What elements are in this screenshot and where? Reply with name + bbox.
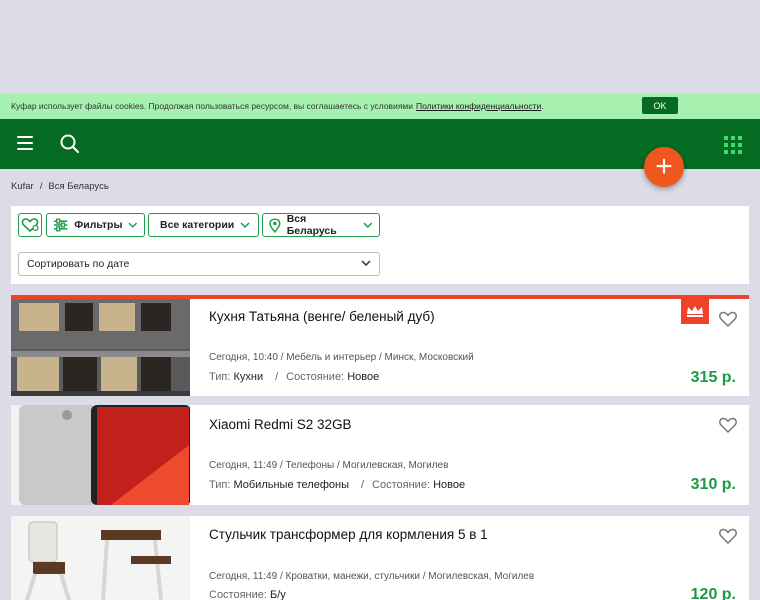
listing-meta: Сегодня, 10:40 / Мебель и интерьер / Мин… [209,352,474,363]
listing-photo-highchair[interactable] [11,516,190,600]
cookie-text: Куфар использует файлы cookies. Продолжа… [11,101,414,111]
condition-label: Состояние: [372,479,430,491]
chevron-down-icon [240,222,250,228]
condition-label: Состояние: [209,589,267,600]
type-value: Кухни [233,371,264,383]
listing-title[interactable]: Кухня Татьяна (венге/ беленый дуб) [209,309,435,324]
listing-props: Тип: Мобильные телефоны / Состояние: Новое [209,479,466,491]
listing-card[interactable]: Стульчик трансформер для кормления 5 в 1… [11,516,749,600]
region-dropdown[interactable]: Вся Беларусь [262,213,380,237]
location-pin-icon [269,217,281,233]
vip-badge [681,298,709,324]
favorite-heart-icon[interactable] [718,415,738,435]
listing-title[interactable]: Стульчик трансформер для кормления 5 в 1 [209,527,488,542]
condition-value: Б/у [270,589,286,600]
type-label: Тип: [209,479,231,491]
favorite-heart-icon[interactable] [718,309,738,329]
add-listing-button[interactable]: + [644,147,684,187]
breadcrumb: Kufar / Вся Беларусь [11,181,109,192]
listing-price: 315 р. [690,369,736,386]
listing-card[interactable]: Кухня Татьяна (венге/ беленый дуб) Сегод… [11,295,749,396]
search-icon[interactable] [59,133,81,155]
listing-props: Состояние: Б/у [209,589,286,600]
sliders-icon [53,218,68,232]
hamburger-icon[interactable] [17,136,33,150]
categories-label: Все категории [160,219,235,231]
listing-photo-phone[interactable] [11,405,190,505]
listing-photo-kitchen[interactable] [11,299,190,396]
categories-dropdown[interactable]: Все категории [148,213,259,237]
listing-props: Тип: Кухни / Состояние: Новое [209,371,380,383]
saved-searches-button[interactable] [18,213,42,237]
region-label: Вся Беларусь [286,213,337,237]
condition-label: Состояние: [286,371,345,383]
chevron-down-icon [128,222,138,228]
favorite-heart-icon[interactable] [718,526,738,546]
cookie-banner: Куфар использует файлы cookies. Продолжа… [0,93,760,119]
condition-value: Новое [433,479,466,491]
condition-value: Новое [347,371,380,383]
type-value: Мобильные телефоны [233,479,349,491]
privacy-policy-link[interactable]: Политики конфиденциальности [416,101,541,111]
filters-button[interactable]: Фильтры [46,213,145,237]
listing-card[interactable]: Xiaomi Redmi S2 32GB Сегодня, 11:49 / Те… [11,405,749,505]
sort-select[interactable]: Сортировать по дате [18,252,380,276]
breadcrumb-home-link[interactable]: Kufar [11,181,34,192]
cookie-ok-button[interactable]: OK [642,97,678,114]
breadcrumb-separator: / [39,181,43,192]
chevron-down-icon [361,260,371,266]
breadcrumb-current[interactable]: Вся Беларусь [48,181,108,192]
type-label: Тип: [209,371,231,383]
listing-title[interactable]: Xiaomi Redmi S2 32GB [209,417,352,432]
crown-icon [687,306,703,317]
sort-label: Сортировать по дате [27,258,130,270]
filter-panel: Фильтры Все категории Вся Беларусь Сорти… [11,206,749,284]
listing-price: 120 р. [690,586,736,600]
chevron-down-icon [363,222,373,228]
cookie-period: . [541,101,544,111]
heart-icon [21,218,39,233]
listing-meta: Сегодня, 11:49 / Телефоны / Могилевская,… [209,460,449,471]
filters-label: Фильтры [74,219,123,231]
listing-price: 310 р. [690,476,736,493]
top-spacer [0,0,760,93]
listing-meta: Сегодня, 11:49 / Кроватки, манежи, стуль… [209,571,535,582]
apps-grid-icon[interactable] [724,136,742,154]
